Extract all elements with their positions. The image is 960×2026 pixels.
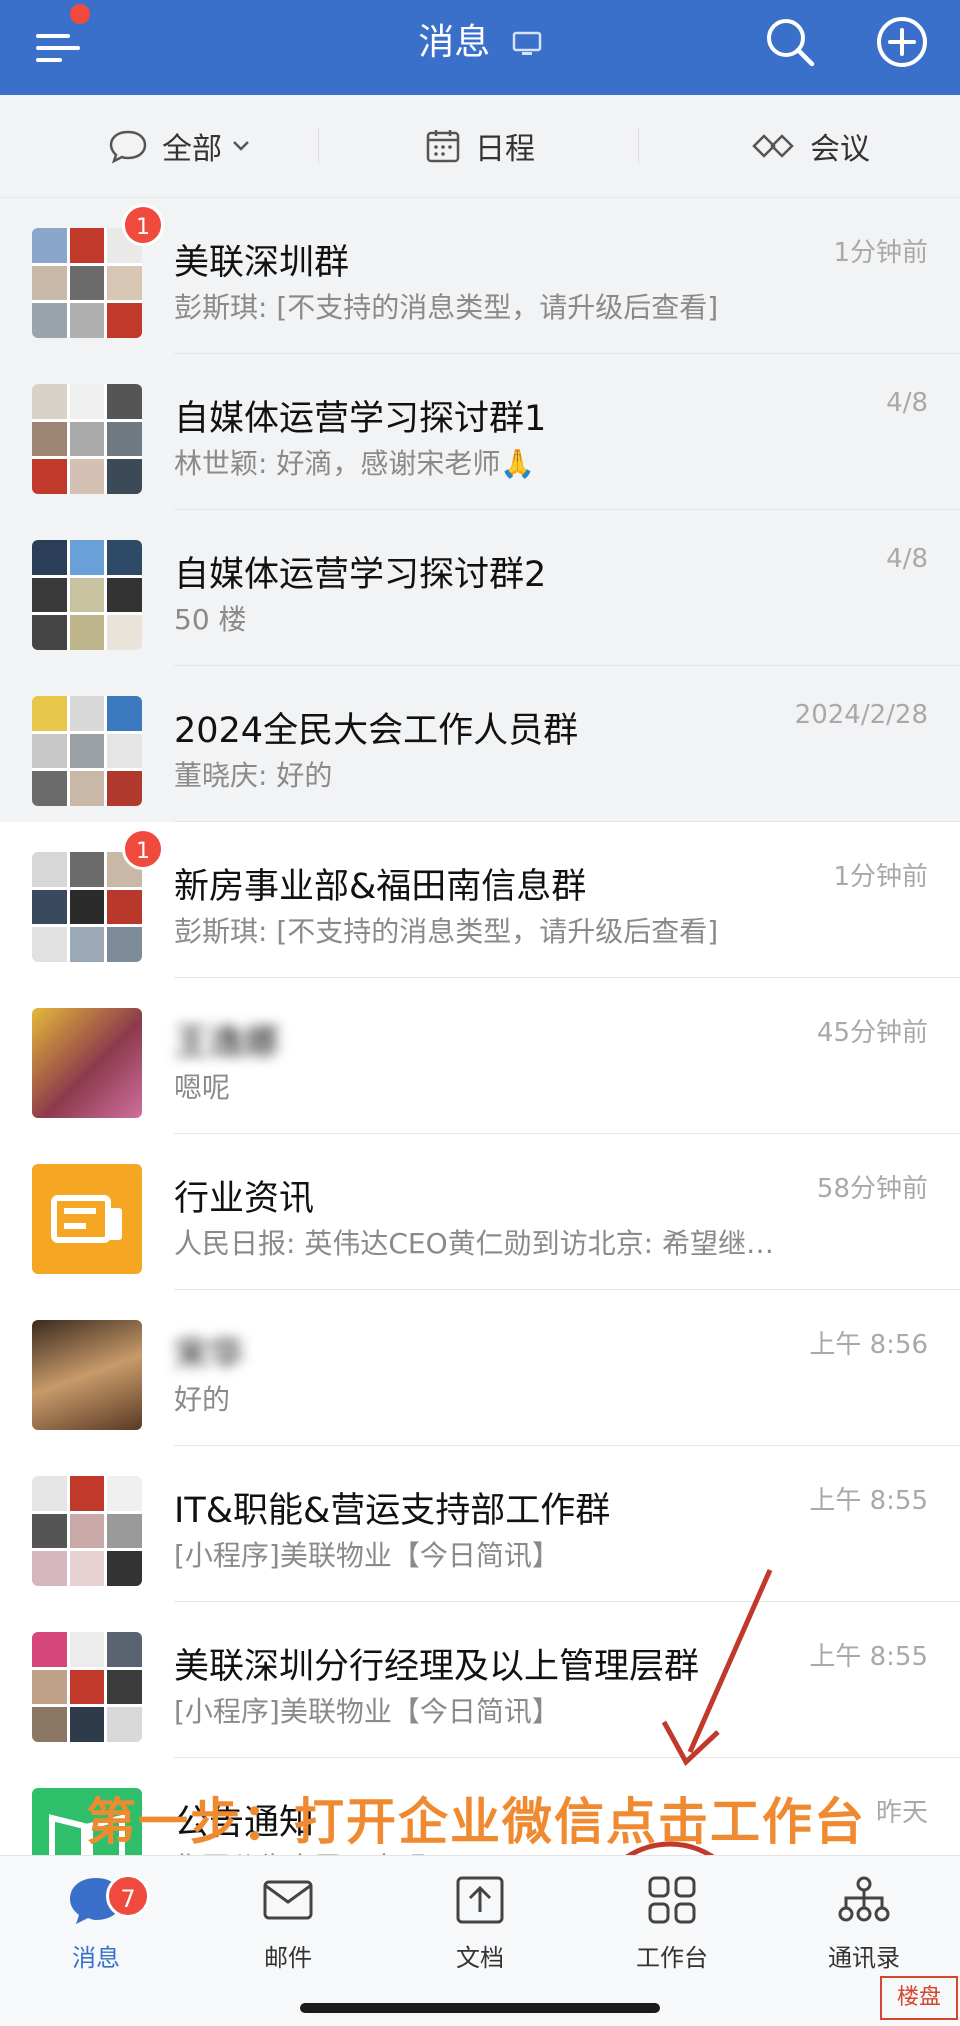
nav-workbench[interactable]: 工作台: [612, 1874, 732, 1973]
watermark: 楼盘: [880, 1976, 958, 2020]
nav-contacts-label: 通讯录: [828, 1944, 900, 1972]
nav-contacts[interactable]: 通讯录: [804, 1874, 924, 1973]
tutorial-arrow: [591, 1568, 773, 1995]
nav-docs[interactable]: 文档: [420, 1874, 540, 1973]
nav-messages-label: 消息: [72, 1944, 120, 1972]
unread-badge: 7: [106, 1874, 150, 1918]
org-chart-icon: [838, 1876, 890, 1922]
nav-workbench-label: 工作台: [636, 1944, 708, 1972]
bottom-nav: 消息 7 邮件 文档 工作台 通讯录: [0, 1855, 960, 2026]
nav-mail[interactable]: 邮件: [228, 1874, 348, 1973]
nav-mail-label: 邮件: [264, 1944, 312, 1972]
home-indicator: [300, 2003, 660, 2013]
mail-icon: [263, 1880, 313, 1920]
document-icon: [456, 1876, 504, 1924]
nav-messages[interactable]: 消息 7: [36, 1874, 156, 1973]
nav-docs-label: 文档: [456, 1944, 504, 1972]
apps-grid-icon: [648, 1876, 696, 1924]
